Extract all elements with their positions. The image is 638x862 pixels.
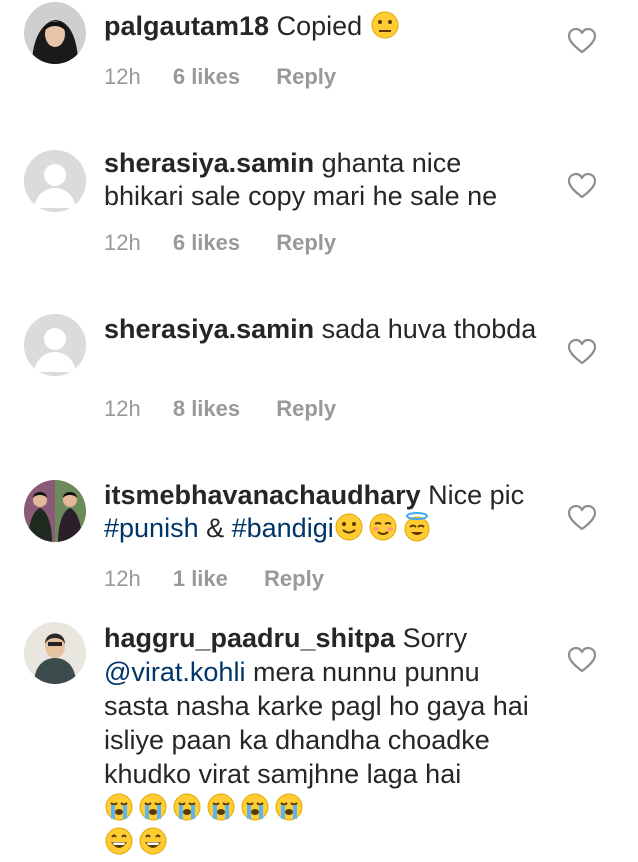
comment-username[interactable]: palgautam18 [104, 11, 269, 41]
loudly-crying-face-emoji [139, 793, 167, 821]
comment-body: Nice pic [420, 480, 525, 510]
comment-likes[interactable]: 6 likes [173, 64, 240, 90]
comment-likes[interactable]: 1 like [173, 566, 228, 592]
comment-body: & [198, 513, 232, 543]
comment-time: 12h [104, 64, 141, 89]
comment-meta: 12h 6 likes Reply [104, 230, 336, 256]
comment-text: sherasiya.samin ghanta nice bhikari sale… [104, 147, 544, 213]
comment-body: Copied [269, 11, 363, 41]
heart-outline-icon[interactable] [568, 647, 596, 673]
loudly-crying-face-emoji [241, 793, 269, 821]
smiling-face-with-halo-emoji [404, 512, 430, 542]
comment-body: Sorry [395, 623, 468, 653]
loudly-crying-face-emoji [173, 793, 201, 821]
loudly-crying-face-emoji [207, 793, 235, 821]
mention-link[interactable]: @virat.kohli [104, 657, 245, 687]
heart-outline-icon[interactable] [568, 173, 596, 199]
reply-button[interactable]: Reply [276, 230, 336, 256]
hashtag-link[interactable]: #bandigi [232, 513, 334, 543]
comment-username[interactable]: haggru_paadru_shitpa [104, 623, 395, 653]
heart-outline-icon[interactable] [568, 505, 596, 531]
avatar[interactable] [24, 314, 86, 376]
comment-meta: 12h 1 like Reply [104, 566, 324, 592]
comment-text: palgautam18 Copied [104, 10, 544, 43]
comment-meta: 12h 6 likes Reply [104, 64, 336, 90]
avatar[interactable] [24, 150, 86, 212]
comment-username[interactable]: itsmebhavanachaudhary [104, 480, 421, 510]
comment-time: 12h [104, 396, 141, 421]
comment-text: sherasiya.samin sada huva thobda [104, 313, 544, 346]
avatar[interactable] [24, 2, 86, 64]
comment-username[interactable]: sherasiya.samin [104, 148, 314, 178]
heart-outline-icon[interactable] [568, 28, 596, 54]
loudly-crying-face-emoji [105, 793, 133, 821]
comment-text: haggru_paadru_shitpa Sorry @virat.kohli … [104, 621, 544, 859]
reply-button[interactable]: Reply [276, 64, 336, 90]
heart-outline-icon[interactable] [568, 339, 596, 365]
slightly-smiling-face-emoji [335, 513, 363, 541]
comment-username[interactable]: sherasiya.samin [104, 314, 314, 344]
comment-likes[interactable]: 8 likes [173, 396, 240, 422]
hashtag-link[interactable]: #punish [104, 513, 199, 543]
comment-body: sada huva thobda [314, 314, 537, 344]
grinning-face-emoji [105, 827, 133, 855]
reply-button[interactable]: Reply [264, 566, 324, 592]
comment-time: 12h [104, 566, 141, 591]
smiling-face-emoji [369, 513, 397, 541]
reply-button[interactable]: Reply [276, 396, 336, 422]
comment-likes[interactable]: 6 likes [173, 230, 240, 256]
avatar[interactable] [24, 622, 86, 684]
neutral-face-emoji [371, 11, 399, 39]
loudly-crying-face-emoji [275, 793, 303, 821]
avatar[interactable] [24, 480, 86, 542]
comment-meta: 12h 8 likes Reply [104, 396, 336, 422]
comment-text: itsmebhavanachaudhary Nice pic #punish &… [104, 479, 544, 545]
comment-time: 12h [104, 230, 141, 255]
grinning-face-emoji [139, 827, 167, 855]
